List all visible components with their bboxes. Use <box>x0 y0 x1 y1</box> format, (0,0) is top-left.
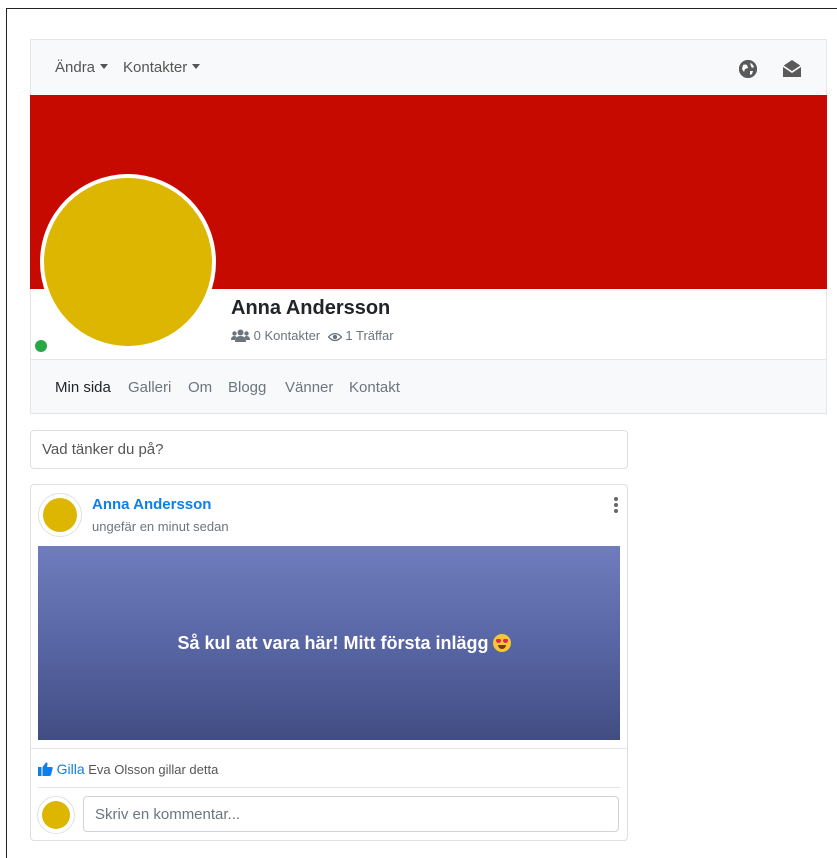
contacts-count-label[interactable]: Kontakter <box>264 328 320 343</box>
envelope-open-icon[interactable] <box>782 58 802 78</box>
tab-vanner[interactable]: Vänner <box>285 379 333 396</box>
post-divider <box>31 748 627 749</box>
comment-divider <box>38 787 620 788</box>
like-row: Gilla Eva Olsson gillar detta <box>38 761 218 779</box>
edit-menu[interactable]: Ändra <box>55 59 109 76</box>
post-options-icon[interactable] <box>613 497 619 513</box>
status-input-placeholder: Vad tänker du på? <box>42 441 164 458</box>
profile-avatar-image <box>44 178 212 346</box>
profile-name: Anna Andersson <box>231 297 391 319</box>
contacts-count: 0 <box>253 328 261 343</box>
post-text: Så kul att vara här! Mitt första inlägg <box>177 632 489 653</box>
thumbs-up-icon[interactable] <box>38 762 53 779</box>
views-count-label: Träffar <box>356 328 394 343</box>
tab-min-sida[interactable]: Min sida <box>55 379 111 396</box>
contacts-menu-label: Kontakter <box>123 59 188 76</box>
online-status-dot <box>35 340 47 352</box>
globe-icon[interactable] <box>739 60 757 78</box>
status-input[interactable]: Vad tänker du på? <box>30 430 628 469</box>
commenter-avatar-image <box>42 801 70 829</box>
post-author-avatar[interactable] <box>38 493 82 537</box>
post-content: Så kul att vara här! Mitt första inlägg <box>38 546 620 740</box>
tab-blogg[interactable]: Blogg <box>228 379 266 396</box>
like-button[interactable]: Gilla <box>57 761 85 777</box>
views-count: 1 <box>345 328 353 343</box>
edit-menu-label: Ändra <box>55 59 96 76</box>
users-icon <box>231 329 250 345</box>
likes-text[interactable]: Eva Olsson gillar detta <box>88 762 218 777</box>
post-author-avatar-image <box>43 498 77 532</box>
contacts-menu[interactable]: Kontakter <box>123 59 201 76</box>
comment-input[interactable]: Skriv en kommentar... <box>83 796 619 832</box>
profile-avatar[interactable] <box>40 174 216 350</box>
tab-om[interactable]: Om <box>188 379 212 396</box>
post-author-name[interactable]: Anna Andersson <box>92 496 211 513</box>
eye-icon <box>327 330 343 345</box>
profile-stats: 0 Kontakter 1 Träffar <box>231 328 394 345</box>
comment-input-placeholder: Skriv en kommentar... <box>95 806 241 823</box>
heart-eyes-emoji-icon <box>492 634 511 652</box>
commenter-avatar <box>37 796 75 834</box>
caret-down-icon <box>192 64 201 69</box>
post-timestamp[interactable]: ungefär en minut sedan <box>92 519 229 534</box>
tab-galleri[interactable]: Galleri <box>128 379 171 396</box>
tab-kontakt[interactable]: Kontakt <box>349 379 400 396</box>
caret-down-icon <box>100 64 109 69</box>
